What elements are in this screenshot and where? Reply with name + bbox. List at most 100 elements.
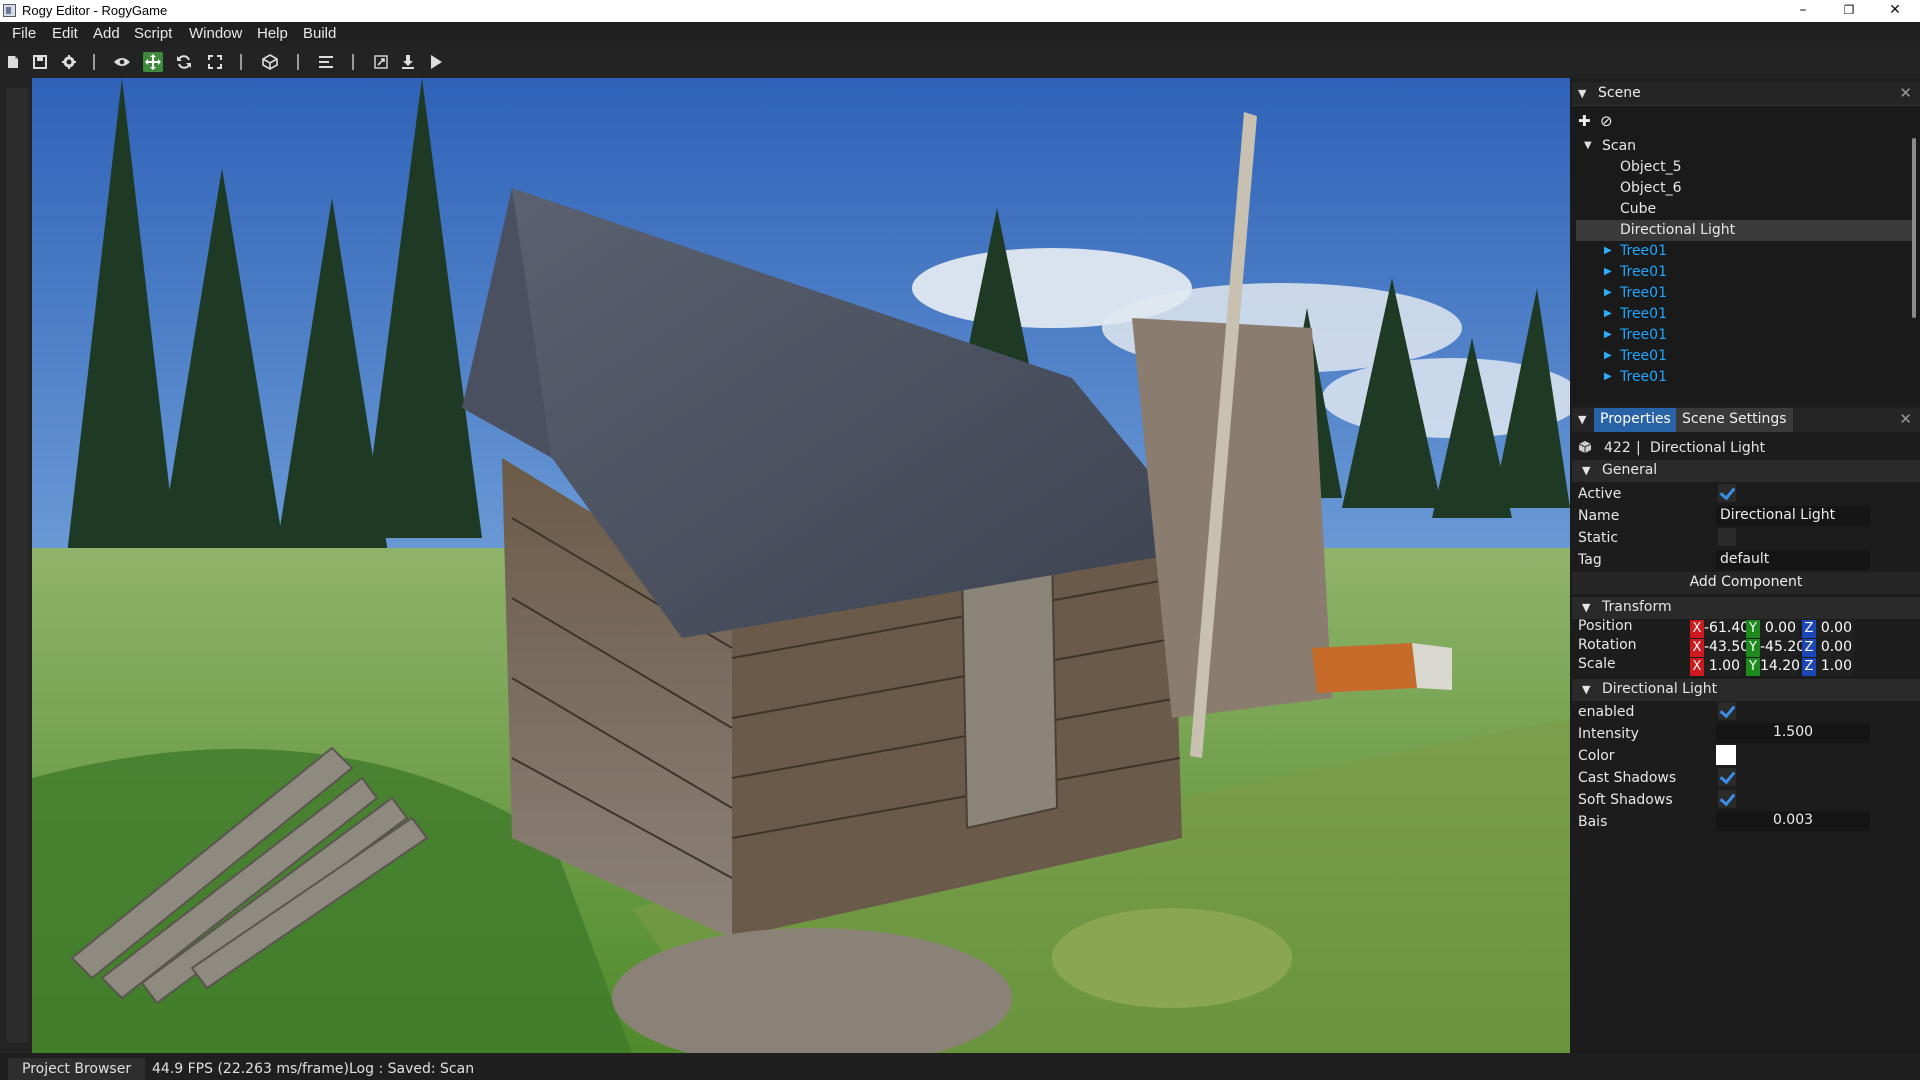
move-icon[interactable] xyxy=(143,52,163,72)
right-dock: ▼ Scene ✕ ✚ ⊘ ▼ Scan Object_5 Object_6 C… xyxy=(1572,78,1920,1053)
toolbar-separator xyxy=(297,54,299,70)
soft-shadows-label: Soft Shadows xyxy=(1578,792,1673,808)
position-y-field[interactable]: 0.00 xyxy=(1760,620,1798,638)
section-general[interactable]: ▼ General xyxy=(1572,460,1920,482)
tree-item-prefab[interactable]: ▶ Tree01 xyxy=(1576,304,1912,325)
soft-shadows-checkbox[interactable] xyxy=(1718,790,1736,808)
settings-icon[interactable] xyxy=(59,52,79,72)
tree-item-prefab[interactable]: ▶ Tree01 xyxy=(1576,346,1912,367)
expand-arrow-icon[interactable]: ▶ xyxy=(1604,308,1612,319)
tree-item[interactable]: Cube xyxy=(1576,199,1912,220)
scene-toolbar: ✚ ⊘ xyxy=(1572,108,1920,134)
fps-readout: 44.9 FPS (22.263 ms/frame) xyxy=(152,1061,349,1077)
expand-arrow-icon[interactable]: ▼ xyxy=(1584,140,1592,151)
export-icon[interactable] xyxy=(398,52,418,72)
expand-arrow-icon[interactable]: ▶ xyxy=(1604,266,1612,277)
section-directional-light[interactable]: ▼ Directional Light xyxy=(1572,679,1920,701)
tree-item-prefab[interactable]: ▶ Tree01 xyxy=(1576,262,1912,283)
new-file-icon[interactable] xyxy=(3,52,23,72)
menu-window[interactable]: Window xyxy=(189,25,242,42)
expand-icon[interactable] xyxy=(371,52,391,72)
menu-edit[interactable]: Edit xyxy=(52,25,78,42)
tab-scene-settings[interactable]: Scene Settings xyxy=(1676,408,1793,432)
expand-arrow-icon[interactable]: ▶ xyxy=(1604,287,1612,298)
axis-y-label: Y xyxy=(1746,658,1760,676)
collapse-icon[interactable]: ▼ xyxy=(1578,87,1586,100)
expand-arrow-icon[interactable]: ▶ xyxy=(1604,350,1612,361)
scale-label: Scale xyxy=(1578,656,1616,672)
disable-icon[interactable]: ⊘ xyxy=(1600,112,1613,130)
rotation-z-field[interactable]: 0.00 xyxy=(1816,639,1854,657)
tree-item-prefab[interactable]: ▶ Tree01 xyxy=(1576,283,1912,304)
color-swatch[interactable] xyxy=(1716,745,1736,765)
menu-add[interactable]: Add xyxy=(93,25,120,42)
enabled-checkbox[interactable] xyxy=(1718,702,1736,720)
scene-scrollbar[interactable] xyxy=(1912,138,1916,318)
expand-arrow-icon[interactable]: ▶ xyxy=(1604,329,1612,340)
cast-shadows-checkbox[interactable] xyxy=(1718,768,1736,786)
intensity-field[interactable]: 1.500 xyxy=(1716,723,1870,743)
collapse-icon[interactable]: ▼ xyxy=(1582,464,1590,477)
section-transform[interactable]: ▼ Transform xyxy=(1572,597,1920,619)
collapse-icon[interactable]: ▼ xyxy=(1578,413,1586,426)
eye-icon[interactable] xyxy=(112,52,132,72)
scale-y-field[interactable]: 14.20 xyxy=(1760,658,1800,676)
toolbar xyxy=(0,46,1920,78)
expand-arrow-icon[interactable]: ▶ xyxy=(1604,371,1612,382)
object-id: 422 xyxy=(1604,440,1631,456)
tag-label: Tag xyxy=(1578,552,1602,568)
add-object-icon[interactable]: ✚ xyxy=(1578,112,1591,130)
rotate-icon[interactable] xyxy=(174,52,194,72)
tree-item[interactable]: Object_5 xyxy=(1576,157,1912,178)
menu-build[interactable]: Build xyxy=(303,25,336,42)
close-icon[interactable]: ✕ xyxy=(1899,84,1912,102)
scale-z-field[interactable]: 1.00 xyxy=(1816,658,1854,676)
tree-item-prefab[interactable]: ▶ Tree01 xyxy=(1576,325,1912,346)
cast-shadows-label: Cast Shadows xyxy=(1578,770,1677,786)
project-browser-tab[interactable]: Project Browser xyxy=(8,1058,146,1080)
cube-icon[interactable] xyxy=(260,52,280,72)
play-icon[interactable] xyxy=(426,52,446,72)
tree-item-prefab[interactable]: ▶ Tree01 xyxy=(1576,241,1912,262)
toolbar-separator xyxy=(352,54,354,70)
status-bar: Project Browser 44.9 FPS (22.263 ms/fram… xyxy=(0,1053,1920,1080)
expand-arrow-icon[interactable]: ▶ xyxy=(1604,245,1612,256)
toolbar-separator xyxy=(240,54,242,70)
tree-item-selected[interactable]: Directional Light xyxy=(1576,220,1912,241)
active-checkbox[interactable] xyxy=(1718,484,1736,502)
add-component-button[interactable]: Add Component xyxy=(1572,572,1920,594)
tree-item[interactable]: Object_6 xyxy=(1576,178,1912,199)
color-label: Color xyxy=(1578,748,1615,764)
active-label: Active xyxy=(1578,486,1622,502)
position-x-field[interactable]: -61.40 xyxy=(1704,620,1749,638)
save-icon[interactable] xyxy=(30,52,50,72)
scene-viewport[interactable] xyxy=(32,78,1570,1053)
bais-field[interactable]: 0.003 xyxy=(1716,811,1870,831)
close-window-button[interactable]: ✕ xyxy=(1872,0,1918,22)
tree-item-scan[interactable]: ▼ Scan xyxy=(1576,136,1912,157)
rotation-x-field[interactable]: -43.50 xyxy=(1704,639,1749,657)
tag-field[interactable]: default xyxy=(1716,550,1870,570)
scale-icon[interactable] xyxy=(205,52,225,72)
minimize-button[interactable]: – xyxy=(1780,0,1826,22)
tab-properties[interactable]: Properties xyxy=(1594,408,1677,432)
rotation-y-field[interactable]: -45.20 xyxy=(1760,639,1805,657)
static-checkbox[interactable] xyxy=(1718,528,1736,546)
menu-file[interactable]: File xyxy=(12,25,36,42)
collapse-icon[interactable]: ▼ xyxy=(1582,683,1590,696)
menu-script[interactable]: Script xyxy=(134,25,172,42)
axis-x-label: X xyxy=(1690,658,1704,676)
name-field[interactable]: Directional Light xyxy=(1716,506,1870,526)
left-dock-panel xyxy=(6,88,28,1043)
scale-x-field[interactable]: 1.00 xyxy=(1704,658,1742,676)
maximize-button[interactable]: ❐ xyxy=(1826,0,1872,22)
tree-item-prefab[interactable]: ▶ Tree01 xyxy=(1576,367,1912,388)
align-icon[interactable] xyxy=(316,52,336,72)
collapse-icon[interactable]: ▼ xyxy=(1582,601,1590,614)
menu-help[interactable]: Help xyxy=(257,25,288,42)
scene-render xyxy=(32,78,1570,1053)
close-icon[interactable]: ✕ xyxy=(1899,410,1912,428)
left-dock xyxy=(0,78,32,1053)
position-z-field[interactable]: 0.00 xyxy=(1816,620,1854,638)
name-label: Name xyxy=(1578,508,1620,524)
